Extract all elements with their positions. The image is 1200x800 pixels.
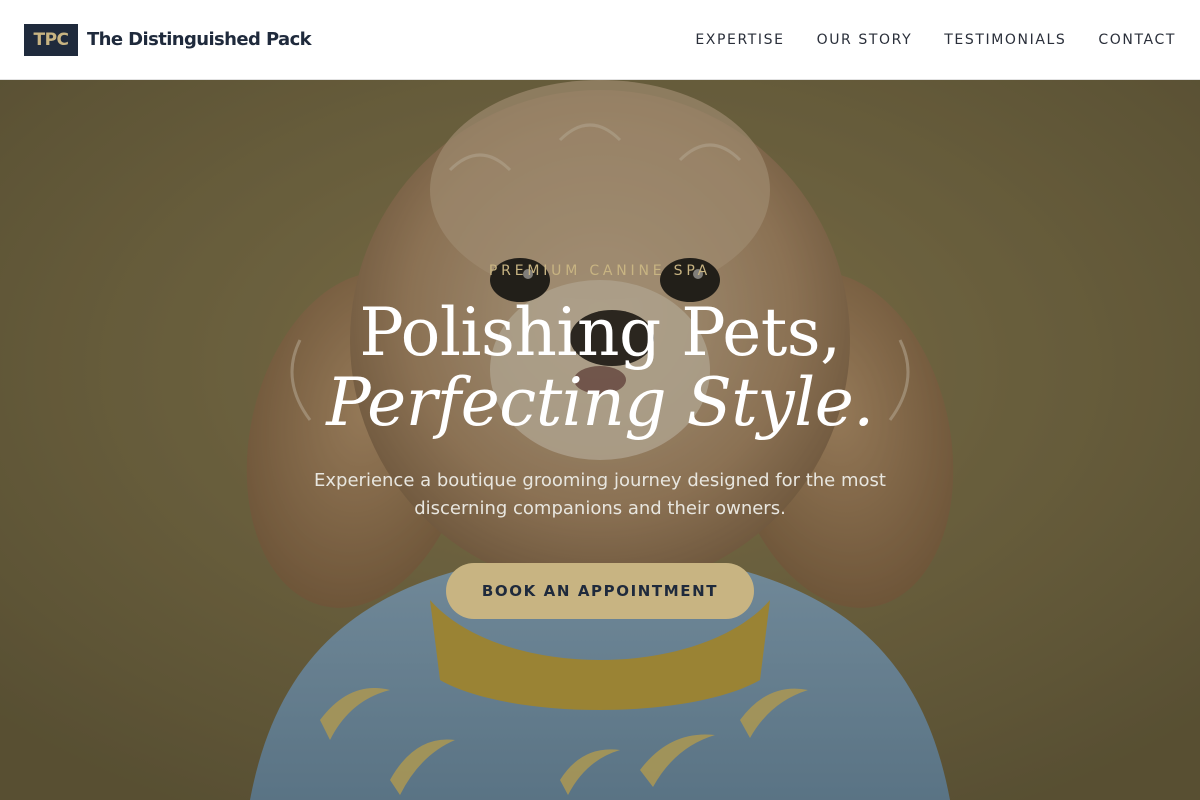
nav-link-contact[interactable]: CONTACT [1098,32,1176,48]
hero-eyebrow: PREMIUM CANINE SPA [488,263,712,279]
site-header: TPC The Distinguished Pack EXPERTISE OUR… [0,0,1200,80]
brand-name: The Distinguished Pack [87,29,312,50]
main-nav: EXPERTISE OUR STORY TESTIMONIALS CONTACT [695,32,1176,48]
nav-link-testimonials[interactable]: TESTIMONIALS [944,32,1066,48]
hero-content: PREMIUM CANINE SPA Polishing Pets, Perfe… [0,80,1200,800]
nav-link-expertise[interactable]: EXPERTISE [695,32,784,48]
book-appointment-button[interactable]: BOOK AN APPOINTMENT [446,563,754,619]
hero-headline-line2: Perfecting Style. [326,364,874,441]
hero-headline-line1: Polishing Pets, [359,294,841,371]
logo-badge: TPC [24,23,78,56]
nav-link-our-story[interactable]: OUR STORY [817,32,913,48]
hero-section: PREMIUM CANINE SPA Polishing Pets, Perfe… [0,80,1200,800]
brand[interactable]: TPC The Distinguished Pack [24,23,312,56]
hero-subtext: Experience a boutique grooming journey d… [314,470,886,519]
hero-headline: Polishing Pets, Perfecting Style. [0,298,1200,438]
